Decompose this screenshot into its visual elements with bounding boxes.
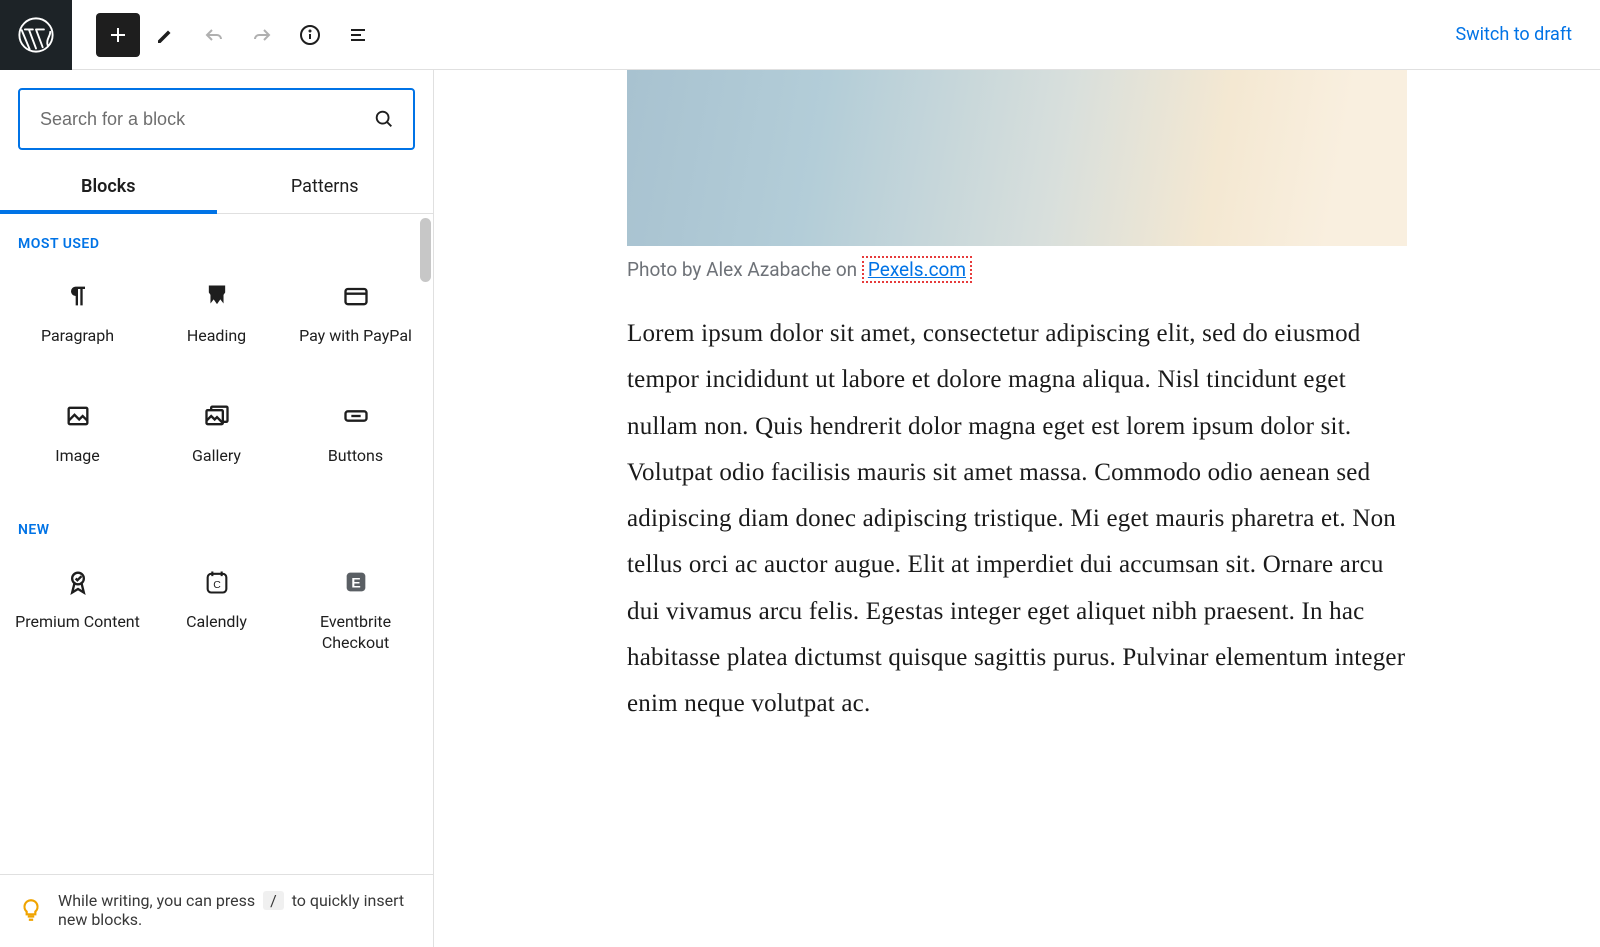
undo-button[interactable] [192, 13, 236, 57]
caption-link-highlight: Pexels.com [862, 256, 972, 283]
tip-bar: While writing, you can press / to quickl… [0, 874, 433, 947]
slash-key: / [263, 891, 284, 910]
editor-canvas[interactable]: Photo by Alex Azabache on Pexels.com Lor… [434, 70, 1600, 947]
edit-mode-button[interactable] [144, 13, 188, 57]
tip-text: While writing, you can press / to quickl… [58, 891, 415, 929]
eventbrite-icon: E [342, 568, 370, 596]
featured-image[interactable] [627, 70, 1407, 246]
calendar-icon: C [203, 568, 231, 596]
block-label: Premium Content [15, 612, 140, 633]
block-label: Eventbrite Checkout [292, 612, 419, 654]
block-search[interactable] [18, 88, 415, 150]
paragraph-block[interactable]: Lorem ipsum dolor sit amet, consectetur … [627, 311, 1407, 727]
block-calendly[interactable]: C Calendly [147, 546, 286, 670]
switch-to-draft-link[interactable]: Switch to draft [1455, 24, 1600, 45]
info-button[interactable] [288, 13, 332, 57]
block-label: Calendly [186, 612, 247, 633]
inserter-tabs: Blocks Patterns [0, 162, 433, 214]
svg-text:C: C [213, 579, 221, 591]
block-search-input[interactable] [38, 108, 373, 131]
blocks-list: MOST USED Paragraph Heading [0, 214, 433, 874]
ribbon-icon [64, 568, 92, 596]
search-icon [373, 108, 395, 130]
outline-button[interactable] [336, 13, 380, 57]
lightbulb-icon [18, 897, 44, 923]
block-eventbrite[interactable]: E Eventbrite Checkout [286, 546, 425, 670]
redo-button[interactable] [240, 13, 284, 57]
wordpress-logo[interactable] [0, 0, 72, 70]
tab-patterns[interactable]: Patterns [217, 162, 434, 213]
block-inserter-panel: Blocks Patterns MOST USED Paragraph [0, 70, 434, 947]
image-caption[interactable]: Photo by Alex Azabache on Pexels.com [627, 256, 1407, 283]
document: Photo by Alex Azabache on Pexels.com Lor… [627, 70, 1407, 947]
editor-topbar: Switch to draft [0, 0, 1600, 70]
add-block-button[interactable] [96, 13, 140, 57]
caption-text: Photo by Alex Azabache on [627, 258, 862, 281]
block-premium-content[interactable]: Premium Content [8, 546, 147, 670]
block-heading[interactable]: Heading [147, 260, 286, 380]
caption-link[interactable]: Pexels.com [868, 258, 966, 281]
svg-text:E: E [351, 574, 360, 590]
toolbar [72, 13, 380, 57]
heading-icon [203, 282, 231, 310]
tab-blocks[interactable]: Blocks [0, 162, 217, 213]
